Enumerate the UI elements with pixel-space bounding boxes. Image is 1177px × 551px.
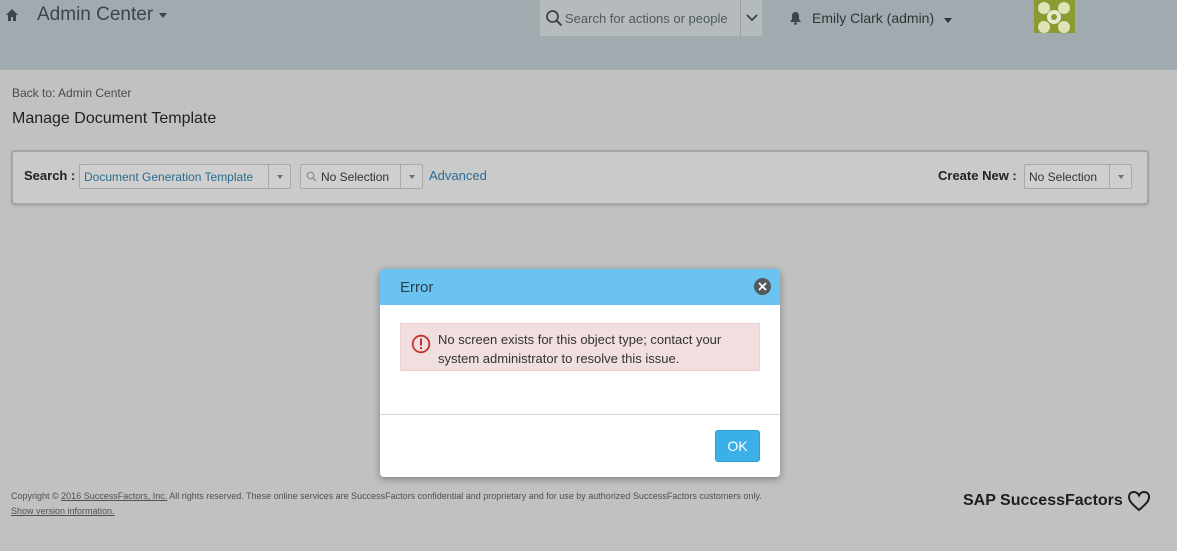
heart-icon [1127, 490, 1150, 512]
dialog-header: Error [380, 269, 780, 305]
template-filter-value: No Selection [321, 169, 390, 184]
create-new-label: Create New : [938, 168, 1017, 183]
search-label: Search : [24, 168, 76, 183]
copyright-text: All rights reserved. These online servic… [169, 491, 762, 501]
global-search [540, 0, 762, 36]
company-link[interactable]: 2016 SuccessFactors, Inc. [61, 491, 167, 501]
template-type-value: Document Generation Template [84, 169, 254, 184]
create-new-select[interactable]: No Selection [1024, 164, 1132, 189]
template-filter-select[interactable]: No Selection [300, 164, 423, 189]
search-icon [546, 10, 563, 27]
close-button[interactable] [754, 278, 771, 295]
close-icon [758, 282, 767, 291]
app-title-menu[interactable]: Admin Center [37, 4, 168, 26]
error-message: No screen exists for this object type; c… [438, 332, 722, 366]
top-navigation-bar: Admin Center Emily Clark (admin) [0, 0, 1177, 70]
home-icon[interactable] [5, 8, 19, 22]
page-title: Manage Document Template [12, 110, 217, 127]
back-link[interactable]: Back to: Admin Center [12, 86, 131, 100]
user-menu[interactable]: Emily Clark (admin) [789, 10, 953, 26]
avatar[interactable] [1034, 0, 1075, 33]
search-panel: Search : Document Generation Template No… [11, 150, 1149, 205]
chevron-down-icon [1109, 165, 1131, 188]
version-info-link[interactable]: Show version information. [11, 506, 115, 516]
create-new-value: No Selection [1029, 169, 1098, 184]
brand-name: SAP SuccessFactors [963, 492, 1123, 509]
advanced-search-link[interactable]: Advanced [429, 168, 487, 183]
bell-icon[interactable] [789, 11, 802, 25]
user-name: Emily Clark (admin) [812, 10, 935, 26]
app-title-label: Admin Center [37, 4, 154, 25]
error-dialog: Error No screen exists for this object t… [380, 269, 780, 477]
dialog-title: Error [400, 278, 434, 296]
brand-logo: SAP SuccessFactors [963, 490, 1151, 512]
template-type-select[interactable]: Document Generation Template [79, 164, 291, 189]
chevron-down-icon [159, 12, 168, 18]
chevron-down-icon [745, 14, 758, 22]
copyright-prefix: Copyright © [11, 491, 59, 501]
dialog-divider [380, 414, 780, 415]
chevron-down-icon [944, 17, 953, 23]
footer: Copyright © 2016 SuccessFactors, Inc. Al… [11, 489, 762, 519]
search-dropdown-button[interactable] [740, 0, 762, 36]
copyright-line: Copyright © 2016 SuccessFactors, Inc. Al… [11, 489, 762, 504]
search-input[interactable] [565, 10, 735, 26]
chevron-down-icon [268, 165, 290, 188]
search-icon [306, 171, 317, 182]
chevron-down-icon [400, 165, 422, 188]
error-icon [411, 334, 431, 354]
error-message-box: No screen exists for this object type; c… [400, 323, 760, 371]
ok-button[interactable]: OK [715, 430, 760, 462]
